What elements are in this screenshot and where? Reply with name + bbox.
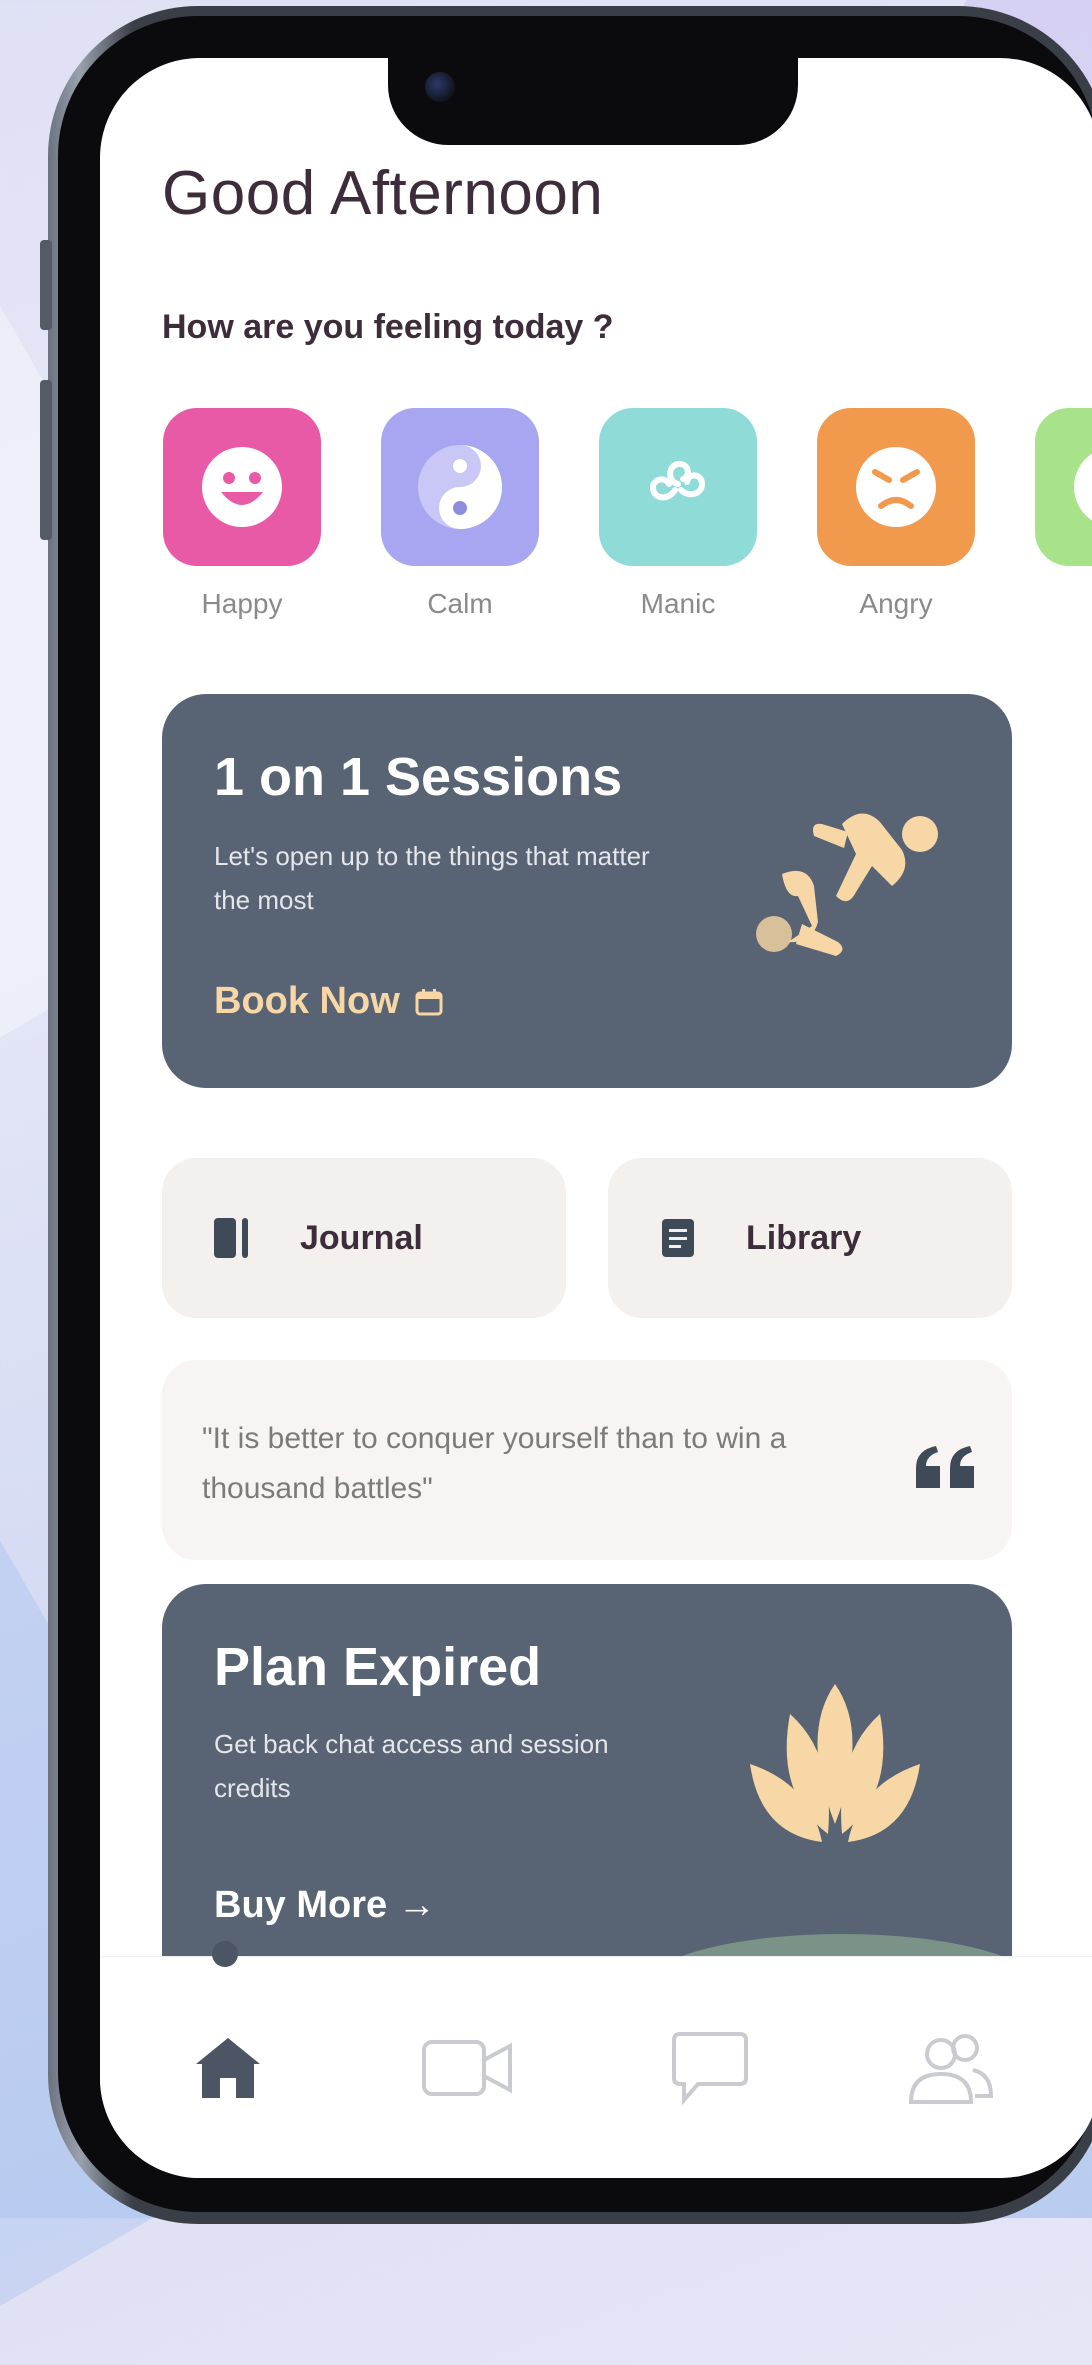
mood-label: Angry (859, 588, 933, 619)
plan-expired-card[interactable]: Plan Expired Get back chat access and se… (162, 1584, 1012, 2004)
mood-tile[interactable] (817, 408, 975, 566)
lotus-icon (750, 1684, 920, 1842)
mood-tile[interactable] (599, 408, 757, 566)
plan-description: Get back chat access and session credits (214, 1729, 609, 1803)
mood-happy[interactable]: Happy (162, 408, 322, 620)
happy-face-icon (202, 447, 282, 527)
buy-more-label: Buy More → (214, 1884, 436, 1926)
mood-icon (1074, 453, 1092, 521)
nav-video[interactable] (418, 2023, 518, 2113)
active-indicator (212, 1941, 238, 1967)
nav-chat[interactable] (660, 2023, 760, 2113)
mood-prompt: How are you feeling today ? (162, 308, 614, 346)
users-icon (908, 2034, 994, 2104)
journal-label: Journal (300, 1218, 423, 1257)
journal-button[interactable]: Journal (162, 1158, 566, 1318)
mood-label: Happy (201, 588, 283, 619)
mood-angry[interactable]: Angry (816, 408, 976, 620)
library-label: Library (746, 1218, 862, 1257)
front-camera (425, 72, 455, 102)
two-people-illustration (756, 813, 938, 956)
mood-tile[interactable] (163, 408, 321, 566)
nav-community[interactable] (900, 2023, 1000, 2113)
mood-tile[interactable] (1035, 408, 1092, 566)
sessions-card[interactable]: 1 on 1 Sessions Let's open up to the thi… (162, 694, 1012, 1088)
quote-icon (916, 1446, 974, 1488)
greeting-title: Good Afternoon (162, 159, 604, 228)
triskelion-icon (650, 461, 705, 501)
phone-screen: Good Afternoon How are you feeling today… (100, 58, 1092, 2178)
video-icon (422, 2040, 512, 2096)
home-icon (196, 2038, 260, 2098)
mood-label: Calm (427, 588, 493, 619)
nav-home[interactable] (178, 2023, 278, 2113)
document-icon (656, 1216, 700, 1260)
angry-face-icon (856, 447, 936, 527)
book-now-label: Book Now (214, 980, 400, 1022)
mood-label: Manic (640, 588, 716, 619)
mood-selector: Happy Calm Manic Angry (162, 408, 1092, 628)
library-button[interactable]: Library (608, 1158, 1012, 1318)
mood-tile[interactable] (381, 408, 539, 566)
mood-more[interactable] (1034, 408, 1092, 588)
mood-calm[interactable]: Calm (380, 408, 540, 620)
plan-title: Plan Expired (214, 1637, 542, 1697)
buy-more-button[interactable]: Buy More → (214, 1884, 436, 1927)
calendar-icon (415, 988, 443, 1015)
journal-icon (210, 1216, 254, 1260)
bottom-navigation (100, 1941, 1092, 2178)
phone-side-button (40, 380, 52, 540)
sessions-description: Let's open up to the things that matter … (214, 841, 650, 915)
quote-card: "It is better to conquer yourself than t… (162, 1360, 1012, 1560)
sessions-title: 1 on 1 Sessions (214, 747, 623, 807)
yin-yang-icon (418, 445, 502, 529)
book-now-button[interactable]: Book Now (214, 980, 444, 1023)
chat-bubble-icon (672, 2032, 748, 2106)
phone-side-button (40, 240, 52, 330)
quote-text: "It is better to conquer yourself than t… (202, 1422, 787, 1505)
mood-manic[interactable]: Manic (598, 408, 758, 620)
